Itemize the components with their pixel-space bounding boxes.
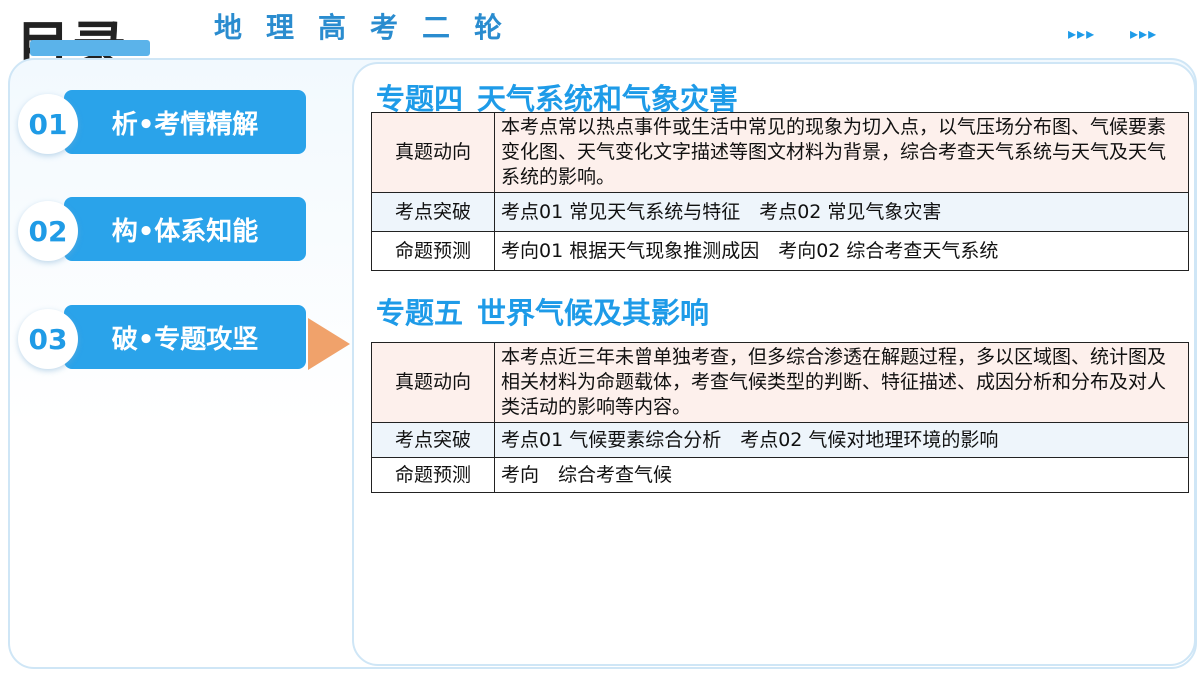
table-row: 真题动向 本考点近三年未曾单独考查，但多综合渗透在解题过程，多以区域图、统计图及… bbox=[371, 341, 1189, 424]
nav-number: 03 bbox=[18, 309, 78, 369]
row-label: 命题预测 bbox=[371, 231, 495, 272]
table-row: 考点突破 考点01 气候要素综合分析 考点02 气候对地理环境的影响 bbox=[371, 422, 1189, 459]
nav-number: 02 bbox=[18, 201, 78, 261]
table-row: 命题预测 考向01 根据天气现象推测成因 考向02 综合考查天气系统 bbox=[371, 231, 1189, 272]
nav-label: 构•体系知能 bbox=[64, 197, 306, 261]
nav-label: 破•专题攻坚 bbox=[64, 305, 306, 369]
row-label: 考点突破 bbox=[371, 422, 495, 459]
topic-title: 专题五 世界气候及其影响 bbox=[376, 290, 709, 332]
row-label: 真题动向 bbox=[371, 111, 495, 194]
topic-table: 真题动向 本考点近三年未曾单独考查，但多综合渗透在解题过程，多以区域图、统计图及… bbox=[371, 341, 1189, 494]
active-pointer-icon bbox=[308, 318, 350, 370]
row-text: 本考点近三年未曾单独考查，但多综合渗透在解题过程，多以区域图、统计图及相关材料为… bbox=[494, 341, 1189, 424]
decor-arrows-icon: ▸▸▸ bbox=[1068, 24, 1096, 43]
row-label: 命题预测 bbox=[371, 457, 495, 494]
table-row: 命题预测 考向 综合考查气候 bbox=[371, 457, 1189, 494]
topic-name: 天气系统和气象灾害 bbox=[477, 82, 739, 116]
decor-arrows-icon: ▸▸▸ bbox=[1130, 24, 1158, 43]
topic-code: 专题五 bbox=[376, 296, 464, 330]
topic-table: 真题动向 本考点常以热点事件或生活中常见的现象为切入点，以气压场分布图、气候要素… bbox=[371, 111, 1189, 272]
nav-number: 01 bbox=[18, 94, 78, 154]
row-text: 考向 综合考查气候 bbox=[494, 457, 1189, 494]
row-label: 真题动向 bbox=[371, 341, 495, 424]
table-row: 真题动向 本考点常以热点事件或生活中常见的现象为切入点，以气压场分布图、气候要素… bbox=[371, 111, 1189, 194]
row-text: 考向01 根据天气现象推测成因 考向02 综合考查天气系统 bbox=[494, 231, 1189, 272]
row-text: 本考点常以热点事件或生活中常见的现象为切入点，以气压场分布图、气候要素变化图、天… bbox=[494, 111, 1189, 194]
topic-name: 世界气候及其影响 bbox=[477, 296, 710, 330]
table-row: 考点突破 考点01 常见天气系统与特征 考点02 常见气象灾害 bbox=[371, 192, 1189, 233]
course-subtitle: 地理高考二轮 bbox=[214, 11, 527, 44]
nav-label: 析•考情精解 bbox=[64, 90, 306, 154]
row-label: 考点突破 bbox=[371, 192, 495, 233]
row-text: 考点01 常见天气系统与特征 考点02 常见气象灾害 bbox=[494, 192, 1189, 233]
topic-code: 专题四 bbox=[376, 82, 464, 116]
row-text: 考点01 气候要素综合分析 考点02 气候对地理环境的影响 bbox=[494, 422, 1189, 459]
title-underline bbox=[30, 40, 150, 56]
